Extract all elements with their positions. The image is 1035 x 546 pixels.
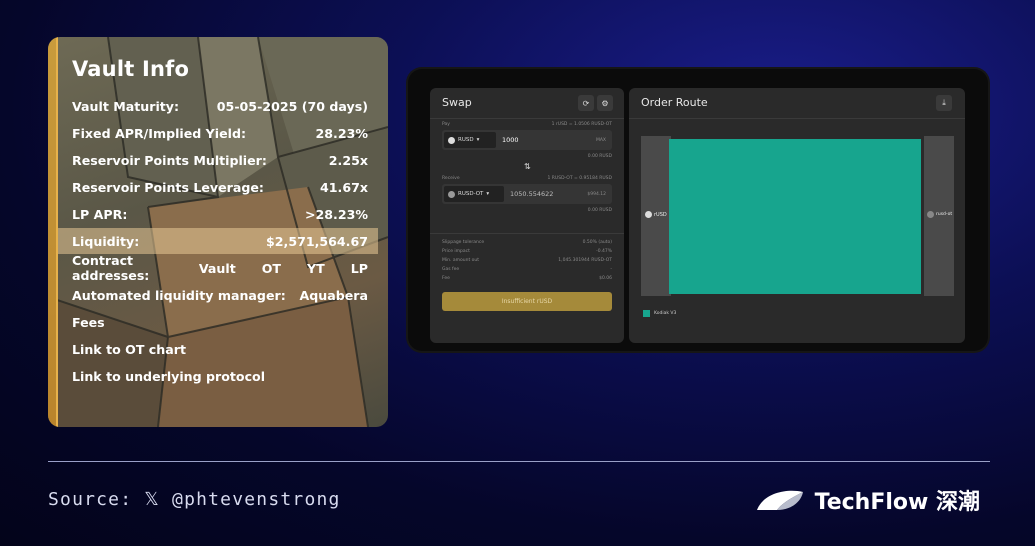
detail-label: Gas fee xyxy=(442,267,460,272)
ot-chart-link[interactable]: Link to OT chart xyxy=(72,336,368,362)
separator xyxy=(430,118,624,119)
vault-row-liquidity: Liquidity: $2,571,564.67 xyxy=(58,228,378,254)
rusd-ot-coin-icon xyxy=(448,190,455,198)
row-value: $2,571,564.67 xyxy=(266,233,368,249)
row-label: Fixed APR/Implied Yield: xyxy=(72,125,247,141)
underlying-protocol-link[interactable]: Link to underlying protocol xyxy=(72,363,368,389)
order-route-panel: Order Route ⤓ rUSD rusd-ot Kodiak V3 xyxy=(629,88,965,343)
swap-title: Swap xyxy=(442,96,472,109)
link-label[interactable]: Link to OT chart xyxy=(72,342,186,357)
detail-label: Fee xyxy=(442,276,450,281)
separator xyxy=(629,118,965,119)
row-label: LP APR: xyxy=(72,206,128,222)
refresh-icon[interactable]: ⟳ xyxy=(578,95,594,111)
row-value: 41.67x xyxy=(320,179,368,195)
route-legend: Kodiak V3 xyxy=(643,310,676,317)
detail-value: 1,045.301944 RUSD-OT xyxy=(558,258,612,263)
row-label: Contract addresses: xyxy=(72,253,150,283)
route-flow-band xyxy=(669,139,921,294)
receive-token-symbol: RUSD-OT xyxy=(458,191,484,197)
detail-value: 0.50% (auto) xyxy=(582,240,612,245)
row-label: Liquidity: xyxy=(72,233,140,249)
vault-row-contracts: Contract addresses: Vault OT YT LP xyxy=(72,253,368,283)
swap-direction-icon[interactable]: ⇅ xyxy=(524,162,531,171)
brand-name: TechFlow 深潮 xyxy=(814,490,980,515)
contract-links: Vault OT YT LP xyxy=(173,261,368,276)
pay-label: Pay xyxy=(442,122,450,127)
manager-link[interactable]: Aquabera xyxy=(300,288,369,303)
order-route-title: Order Route xyxy=(641,96,708,109)
download-icon[interactable]: ⤓ xyxy=(936,95,952,111)
contract-link-vault[interactable]: Vault xyxy=(199,261,236,276)
route-to-label: rusd-ot xyxy=(927,211,952,218)
legend-swatch xyxy=(643,310,650,317)
receive-field: RUSD-OT ▾ 1050.554622 $994.12 xyxy=(442,184,612,204)
receive-usd: $994.12 xyxy=(587,192,606,197)
footer-divider xyxy=(48,461,990,462)
link-label[interactable]: Link to underlying protocol xyxy=(72,369,265,384)
pay-balance: 0.00 RUSD xyxy=(587,154,612,159)
settings-gear-icon[interactable]: ⚙ xyxy=(597,95,613,111)
detail-value: - xyxy=(610,267,612,272)
detail-value: $0.06 xyxy=(599,276,612,281)
source-credit: Source: 𝕏 @phtevenstrong xyxy=(48,489,341,510)
pay-rate: 1 rUSD = 1.0506 RUSD-OT xyxy=(551,122,612,127)
contract-link-lp[interactable]: LP xyxy=(351,261,368,276)
receive-token-select[interactable]: RUSD-OT ▾ xyxy=(444,186,504,202)
vault-row-fixed-apr: Fixed APR/Implied Yield: 28.23% xyxy=(72,120,368,146)
techflow-logo: TechFlow 深潮 xyxy=(755,484,980,516)
row-value: 05-05-2025 (70 days) xyxy=(216,98,368,114)
row-value: >28.23% xyxy=(304,206,368,222)
chevron-down-icon: ▾ xyxy=(486,191,490,197)
detail-label: Price impact xyxy=(442,249,470,254)
rusd-coin-icon xyxy=(645,211,652,218)
vault-row-maturity: Vault Maturity: 05-05-2025 (70 days) xyxy=(72,93,368,119)
legend-label: Kodiak V3 xyxy=(654,311,677,316)
detail-label: Slippage tolerance xyxy=(442,240,485,245)
techflow-logo-icon xyxy=(756,490,803,510)
row-value: 2.25x xyxy=(328,152,368,168)
route-from-text: rUSD xyxy=(654,211,667,218)
link-label[interactable]: Fees xyxy=(72,315,105,330)
fees-link[interactable]: Fees xyxy=(72,309,368,335)
pay-token-select[interactable]: RUSD ▾ xyxy=(444,132,496,148)
receive-label: Receive xyxy=(442,176,460,181)
row-value: 28.23% xyxy=(315,125,368,141)
receive-balance: 0.00 RUSD xyxy=(587,208,612,213)
contract-link-ot[interactable]: OT xyxy=(262,261,281,276)
pay-amount-input[interactable]: 1000 xyxy=(502,136,519,144)
rusd-coin-icon xyxy=(448,136,455,144)
row-label: Vault Maturity: xyxy=(72,98,180,114)
route-from-label: rUSD xyxy=(645,211,667,218)
vault-info-card: Vault Info Vault Maturity: 05-05-2025 (7… xyxy=(48,37,388,427)
vault-row-manager: Automated liquidity manager: Aquabera xyxy=(72,282,368,308)
pay-token-symbol: RUSD xyxy=(458,137,474,143)
contract-link-yt[interactable]: YT xyxy=(307,261,325,276)
detail-label: Min. amount out xyxy=(442,258,480,263)
detail-value: -0.47% xyxy=(596,249,612,254)
vault-row-lp-apr: LP APR: >28.23% xyxy=(72,201,368,227)
swap-screenshot: Swap ⟳ ⚙ Pay 1 rUSD = 1.0506 RUSD-OT RUS… xyxy=(408,69,988,351)
vault-row-points-multiplier: Reservoir Points Multiplier: 2.25x xyxy=(72,147,368,173)
rusd-ot-coin-icon xyxy=(927,211,934,218)
row-label: Reservoir Points Multiplier: xyxy=(72,152,267,168)
separator xyxy=(430,233,624,234)
max-button[interactable]: MAX xyxy=(596,138,606,143)
pay-field: RUSD ▾ 1000 MAX xyxy=(442,130,612,150)
route-to-text: rusd-ot xyxy=(936,212,953,217)
swap-panel: Swap ⟳ ⚙ Pay 1 rUSD = 1.0506 RUSD-OT RUS… xyxy=(430,88,624,343)
row-label: Reservoir Points Leverage: xyxy=(72,179,264,195)
vault-row-points-leverage: Reservoir Points Leverage: 41.67x xyxy=(72,174,368,200)
row-label: Automated liquidity manager: xyxy=(72,287,286,303)
receive-amount: 1050.554622 xyxy=(510,190,554,198)
vault-title: Vault Info xyxy=(72,57,190,81)
insufficient-balance-button[interactable]: Insufficient rUSD xyxy=(442,292,612,311)
receive-rate: 1 RUSD-OT = 0.95184 RUSD xyxy=(547,176,613,181)
chevron-down-icon: ▾ xyxy=(476,137,480,143)
